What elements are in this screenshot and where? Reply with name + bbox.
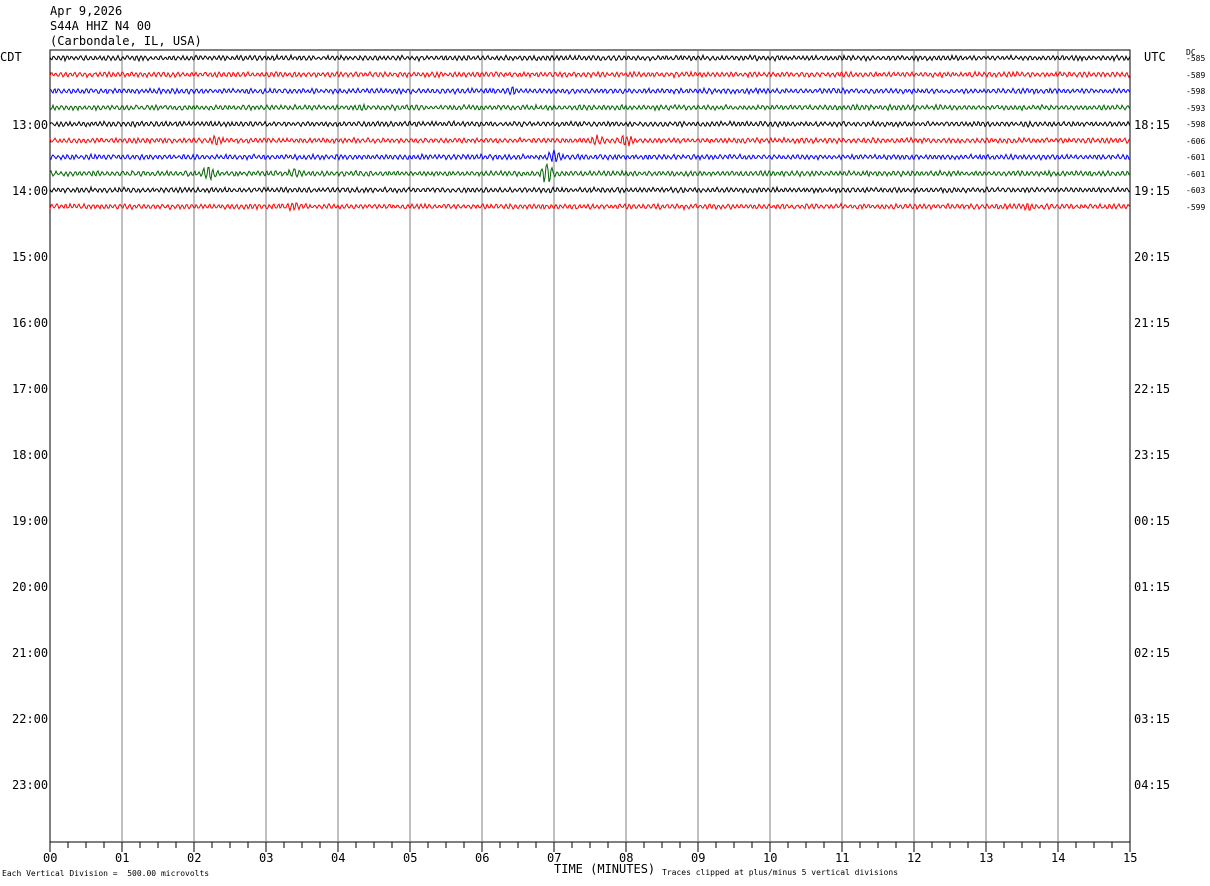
left-hour-label: 18:00 [12,448,49,462]
left-hour-label: 15:00 [12,250,49,264]
dc-offset-label: -601 [1186,153,1206,162]
right-hour-label: 21:15 [1134,316,1171,330]
trace-line [49,86,1131,96]
left-hour-label: 19:00 [12,514,49,528]
trace-line [49,149,1131,163]
left-hour-label: 13:00 [12,118,49,132]
trace-line [49,162,1131,183]
trace-line [49,102,1131,112]
x-tick-label: 13 [979,851,994,865]
time-axis [49,842,1131,852]
helicorder-plot [49,49,1131,852]
left-hour-label: 14:00 [12,184,49,198]
dc-offset-label: -601 [1186,169,1206,179]
station-label: S44A HHZ N4 00 [50,19,152,33]
x-tick-label: 00 [43,851,58,865]
x-tick-label: 04 [331,851,346,865]
dc-offset-label: -598 [1186,120,1206,129]
right-hour-label: 00:15 [1134,514,1171,528]
x-tick-label: 03 [259,851,274,865]
dc-offset-label: -598 [1186,87,1206,96]
right-hour-label: 03:15 [1134,712,1171,726]
right-hour-label: 22:15 [1134,382,1171,396]
dc-offset-label: -603 [1186,186,1206,195]
right-hour-label: 04:15 [1134,778,1171,792]
right-hour-label: 18:15 [1134,118,1171,132]
left-hour-label: 21:00 [12,646,49,660]
x-tick-label: 01 [115,851,130,865]
seismogram-traces [49,53,1131,213]
dc-offset-label: -593 [1186,103,1206,113]
right-hour-label: 20:15 [1134,250,1171,264]
x-tick-label: 09 [691,851,706,865]
x-tick-label: 11 [835,851,850,865]
x-axis-label: TIME (MINUTES) [554,862,656,876]
dc-offset-label: -606 [1186,136,1206,146]
location-label: (Carbondale, IL, USA) [50,34,202,48]
trace-line [49,53,1131,63]
trace-line [49,185,1131,195]
right-hour-label: 19:15 [1134,184,1171,198]
x-tick-label: 14 [1051,851,1066,865]
dc-offset-label: -585 [1186,54,1206,63]
left-hour-label: 20:00 [12,580,49,594]
trace-line [49,119,1131,129]
clip-note: Traces clipped at plus/minus 5 vertical … [662,868,899,877]
plot-frame [49,49,1131,843]
scale-note: Each Vertical Division = 500.00 microvol… [2,869,210,878]
trace-line [49,202,1131,213]
x-tick-label: 10 [763,851,778,865]
right-hour-label: 02:15 [1134,646,1171,660]
left-hour-label: 17:00 [12,382,49,396]
right-hour-label: 01:15 [1134,580,1171,594]
left-hour-label: 23:00 [12,778,49,792]
dc-offset-label: -599 [1186,202,1206,212]
right-hour-label: 23:15 [1134,448,1171,462]
trace-line [49,134,1131,147]
left-timezone-label: CDT [0,50,22,64]
trace-line [49,70,1131,80]
x-tick-label: 02 [187,851,202,865]
dc-offset-label: -589 [1186,70,1206,80]
vertical-grid-lines [49,49,1131,843]
x-tick-label: 12 [907,851,922,865]
x-tick-label: 15 [1123,851,1138,865]
x-tick-label: 05 [403,851,418,865]
right-timezone-label: UTC [1144,50,1166,64]
date-label: Apr 9,2026 [50,4,123,18]
left-hour-label: 16:00 [12,316,49,330]
left-hour-label: 22:00 [12,712,49,726]
x-tick-label: 06 [475,851,490,865]
